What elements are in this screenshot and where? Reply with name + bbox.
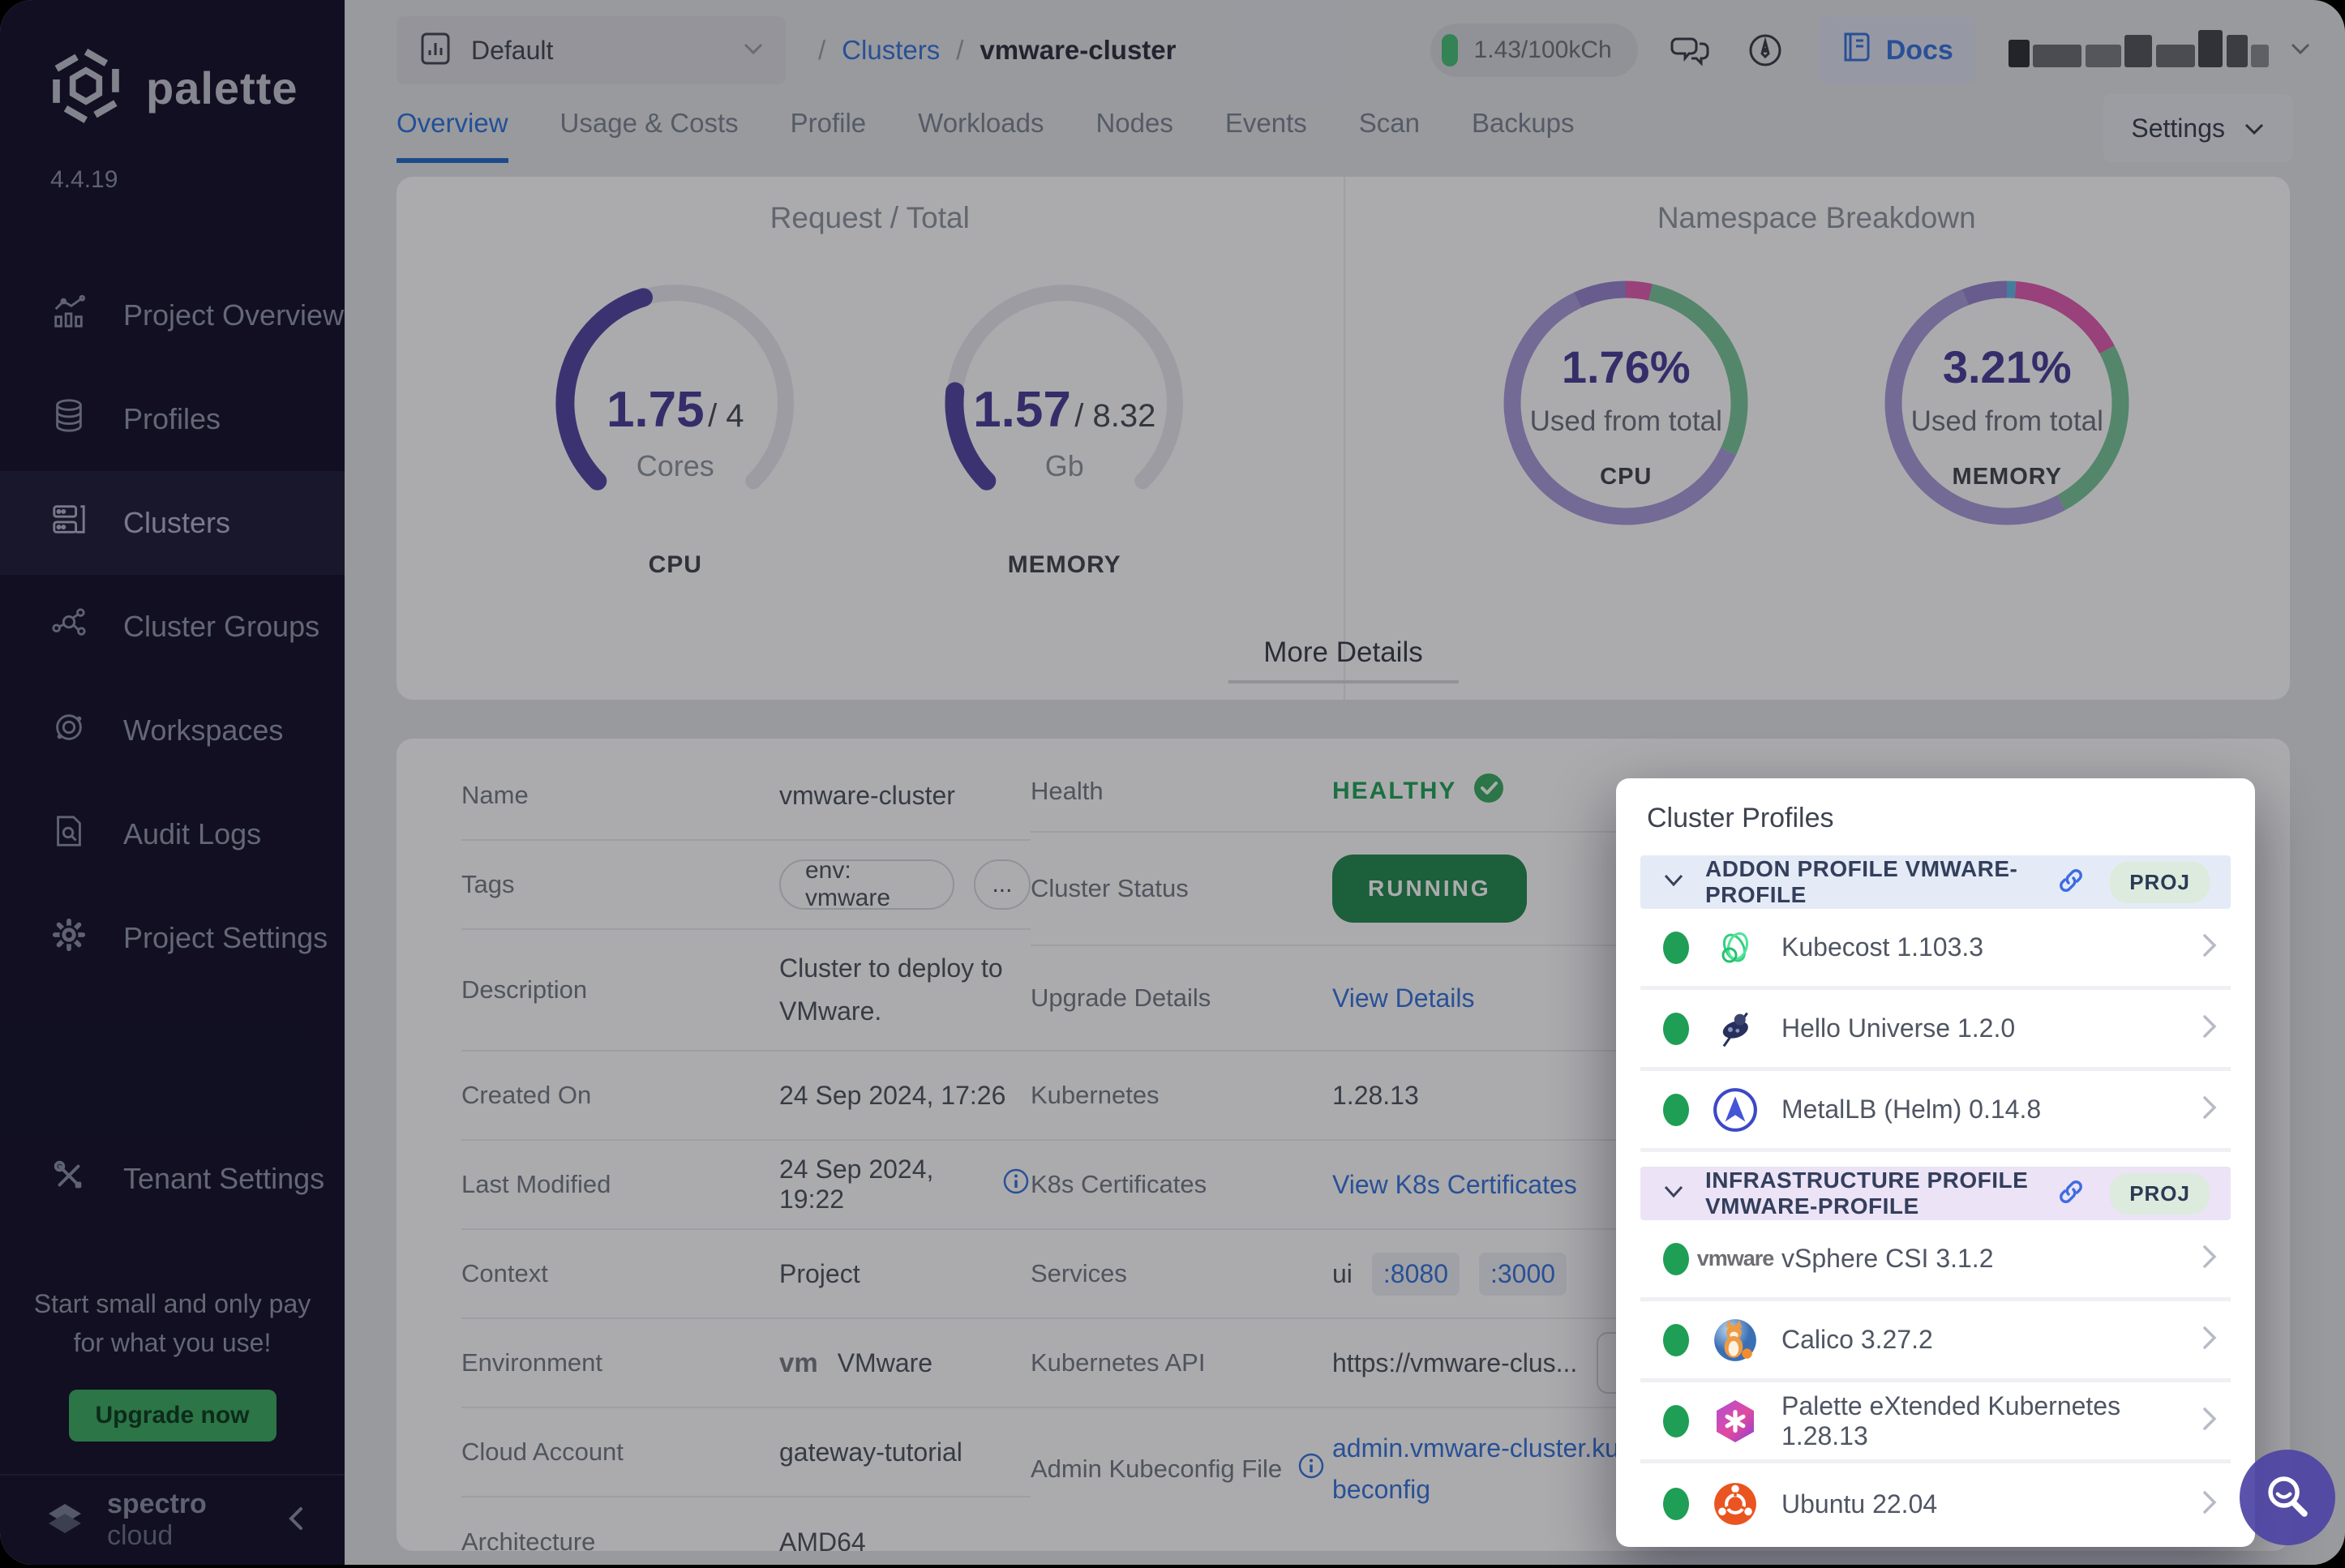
status-dot-icon bbox=[1663, 1324, 1689, 1356]
kubecost-icon bbox=[1710, 924, 1760, 971]
profile-layer-ubuntu[interactable]: Ubuntu 22.04 bbox=[1640, 1463, 2231, 1544]
chevron-down-icon bbox=[1661, 1183, 1686, 1205]
ubuntu-icon bbox=[1710, 1480, 1760, 1527]
status-dot-icon bbox=[1663, 1094, 1689, 1126]
addon-profile-header[interactable]: ADDON PROFILE VMWARE-PROFILE PROJ bbox=[1640, 855, 2231, 909]
vmware-wordmark-icon: vmware bbox=[1710, 1236, 1760, 1283]
link-icon[interactable] bbox=[2056, 866, 2086, 899]
palette-app-window: palette 4.4.19 Project Overview bbox=[0, 0, 2345, 1565]
status-dot-icon bbox=[1663, 1488, 1689, 1520]
chevron-right-icon bbox=[2200, 1093, 2219, 1126]
chevron-right-icon bbox=[2200, 1012, 2219, 1045]
chevron-right-icon bbox=[2200, 1323, 2219, 1356]
profile-layer-vsphere-csi[interactable]: vmware vSphere CSI 3.1.2 bbox=[1640, 1220, 2231, 1301]
profile-layer-kubecost[interactable]: Kubecost 1.103.3 bbox=[1640, 909, 2231, 990]
status-dot-icon bbox=[1663, 1243, 1689, 1275]
status-dot-icon bbox=[1663, 1013, 1689, 1045]
assistant-search-fab[interactable] bbox=[2240, 1450, 2335, 1545]
profile-layer-metallb[interactable]: MetalLB (Helm) 0.14.8 bbox=[1640, 1071, 2231, 1152]
chevron-right-icon bbox=[2200, 931, 2219, 964]
metallb-icon bbox=[1710, 1086, 1760, 1133]
cluster-profiles-panel: Cluster Profiles ADDON PROFILE VMWARE-PR… bbox=[1616, 778, 2255, 1547]
calico-cat-icon bbox=[1710, 1317, 1760, 1364]
project-scope-badge: PROJ bbox=[2110, 862, 2210, 903]
infrastructure-profile-header[interactable]: INFRASTRUCTURE PROFILE VMWARE-PROFILE PR… bbox=[1640, 1167, 2231, 1220]
status-dot-icon bbox=[1663, 932, 1689, 964]
chevron-down-icon bbox=[1661, 872, 1686, 893]
profile-layer-calico[interactable]: Calico 3.27.2 bbox=[1640, 1301, 2231, 1382]
chevron-right-icon bbox=[2200, 1404, 2219, 1437]
chevron-right-icon bbox=[2200, 1488, 2219, 1521]
cluster-profiles-title: Cluster Profiles bbox=[1647, 803, 2231, 834]
profile-layer-palette-extended-kubernetes[interactable]: Palette eXtended Kubernetes 1.28.13 bbox=[1640, 1382, 2231, 1463]
project-scope-badge: PROJ bbox=[2110, 1173, 2210, 1215]
magnifier-smile-icon bbox=[2261, 1470, 2314, 1526]
status-dot-icon bbox=[1663, 1405, 1689, 1437]
link-icon[interactable] bbox=[2056, 1177, 2086, 1210]
profile-layer-hello-universe[interactable]: Hello Universe 1.2.0 bbox=[1640, 990, 2231, 1071]
pxk-hexagon-icon bbox=[1710, 1398, 1760, 1445]
chevron-right-icon bbox=[2200, 1242, 2219, 1275]
hello-universe-icon bbox=[1710, 1005, 1760, 1052]
